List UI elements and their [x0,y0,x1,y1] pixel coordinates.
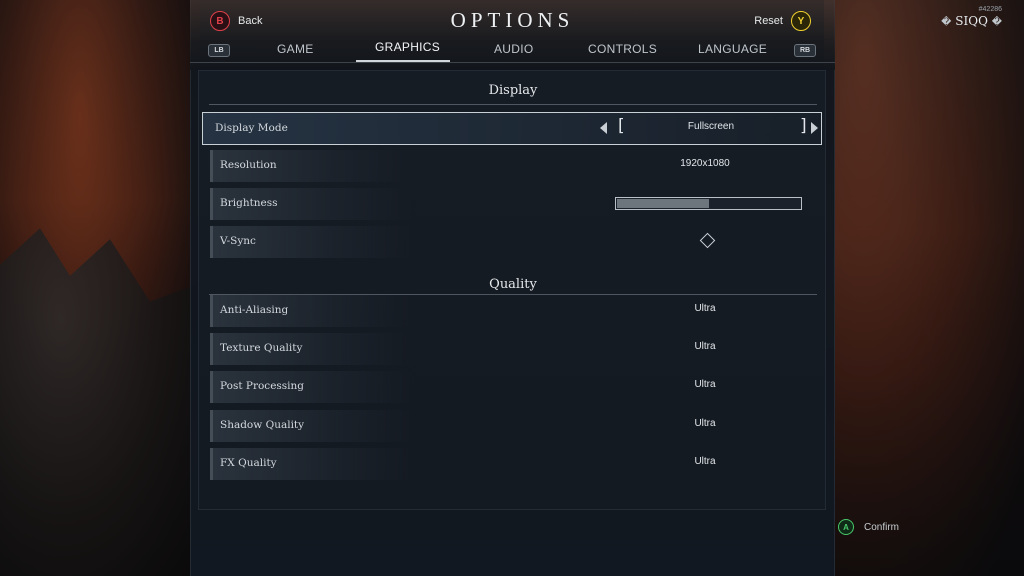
tab-graphics[interactable]: GRAPHICS [375,40,440,54]
setting-value: Ultra [694,379,716,390]
settings-list: Display Display Mode [ Fullscreen ] Reso… [198,70,826,510]
reset-button-label: Reset [754,15,783,27]
user-left-glyph: � [941,17,952,28]
setting-value: 1920x1080 [680,158,730,169]
setting-value: Fullscreen [687,121,735,132]
setting-label: Display Mode [215,122,288,134]
user-id: #42286 [978,6,1002,13]
a-button-icon: A [838,519,854,535]
tab-divider [190,62,835,63]
setting-row-resolution[interactable]: Resolution 1920x1080 [210,150,822,182]
setting-label: V-Sync [220,235,256,247]
user-name: SIQQ [955,14,988,28]
rb-bumper-icon[interactable]: RB [794,44,816,57]
setting-row-brightness[interactable]: Brightness [210,188,822,220]
brightness-slider-fill [617,199,709,208]
tab-bar: LB GAME GRAPHICS AUDIO CONTROLS LANGUAGE… [190,38,835,64]
setting-row-fx-quality[interactable]: FX Quality Ultra [210,448,822,480]
setting-row-anti-aliasing[interactable]: Anti-Aliasing Ultra [210,295,822,327]
user-name-line: � SIQQ � [941,14,1002,28]
reset-button[interactable]: Reset Y [754,10,811,32]
section-divider [209,104,817,105]
setting-label: Resolution [220,159,277,171]
page-title: OPTIONS [450,8,575,32]
setting-label: Brightness [220,197,278,209]
setting-label: Texture Quality [220,342,303,354]
arrow-left-icon[interactable] [600,122,607,134]
arrow-right-icon[interactable] [811,122,818,134]
setting-value: Ultra [694,418,716,429]
setting-label: Shadow Quality [220,419,305,431]
setting-row-post-processing[interactable]: Post Processing Ultra [210,371,822,403]
setting-row-vsync[interactable]: V-Sync [210,226,822,258]
y-button-icon: Y [791,11,811,31]
setting-label: FX Quality [220,457,277,469]
right-bracket: ] [800,116,807,136]
background-rock [0,228,200,576]
section-title-display: Display [488,83,538,98]
confirm-button[interactable]: A Confirm [838,519,899,535]
setting-value: Ultra [694,303,716,314]
background-art-right [824,0,1024,576]
tab-controls[interactable]: CONTROLS [588,42,657,56]
setting-value: Ultra [694,456,716,467]
tab-audio[interactable]: AUDIO [494,42,534,56]
setting-row-shadow-quality[interactable]: Shadow Quality Ultra [210,410,822,442]
confirm-button-label: Confirm [864,521,900,533]
background-art-left [0,0,200,576]
setting-row-display-mode[interactable]: Display Mode [ Fullscreen ] [202,112,822,145]
vsync-checkbox[interactable] [699,232,716,249]
setting-value: Ultra [694,341,716,352]
user-tag: #42286 � SIQQ � [941,6,1002,28]
setting-row-texture-quality[interactable]: Texture Quality Ultra [210,333,822,365]
brightness-slider[interactable] [615,197,802,210]
setting-label: Anti-Aliasing [220,304,289,316]
lb-bumper-icon[interactable]: LB [208,44,230,57]
user-right-glyph: � [991,17,1002,28]
tab-language[interactable]: LANGUAGE [698,42,767,56]
section-title-quality: Quality [489,277,537,292]
setting-label: Post Processing [220,380,305,392]
tab-game[interactable]: GAME [277,42,314,56]
